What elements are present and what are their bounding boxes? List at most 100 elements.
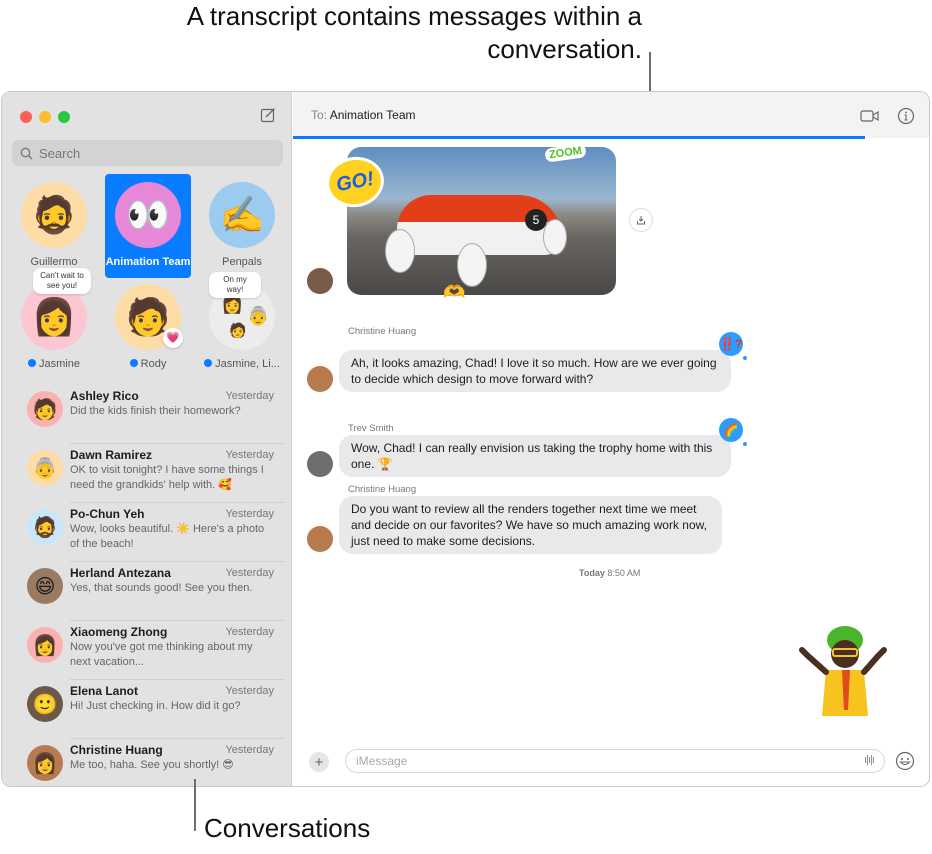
conversation-time: Yesterday (225, 390, 274, 402)
messages-window: Search 🧔 Guillermo 👀 Animation Team ✍️ P… (1, 91, 930, 787)
contact-name: Herland Antezana (70, 566, 171, 580)
contact-avatar: 👩 (27, 745, 63, 781)
conversation-time: Yesterday (225, 508, 274, 520)
contact-name: Elena Lanot (70, 684, 139, 698)
message-preview: Hi! Just checking in. How did it go? (70, 700, 241, 712)
recipient-name: Animation Team (329, 108, 416, 122)
car-number: 5 (525, 209, 547, 231)
apps-plus-button[interactable]: + (309, 752, 329, 772)
contact-name: Po-Chun Yeh (70, 507, 145, 521)
conversation-item[interactable]: 🧔 Po-Chun Yeh Yesterday Wow, looks beaut… (2, 503, 292, 562)
audio-waveform-icon[interactable]: ı|ı|ı (864, 754, 875, 766)
message-preview: Wow, looks beautiful. ☀️ Here's a photo … (70, 523, 265, 550)
composer: + iMessage ı|ı|ı (293, 736, 929, 786)
message-preview: Did the kids finish their homework? (70, 405, 241, 417)
conversation-time: Yesterday (225, 626, 274, 638)
conversation-item[interactable]: 👵 Dawn Ramirez Yesterday OK to visit ton… (2, 444, 292, 503)
conversation-item[interactable]: 🙂 Elena Lanot Yesterday Hi! Just checkin… (2, 680, 292, 739)
sender-name: Christine Huang (348, 326, 417, 337)
transcript-header: To: Animation Team (293, 92, 929, 139)
pin-label: Penpals (222, 256, 262, 268)
unread-dot (129, 359, 138, 367)
conversation-item[interactable]: 👩 Christine Huang Yesterday Me too, haha… (2, 739, 292, 786)
eyes-emoji-icon: 👀 (115, 182, 181, 248)
pin-label: Jasmine (39, 358, 80, 370)
sender-avatar (307, 451, 333, 477)
facetime-video-icon[interactable] (860, 107, 880, 125)
message-bubble[interactable]: Ah, it looks amazing, Chad! I love it so… (339, 350, 731, 392)
timestamp-day: Today (579, 568, 605, 578)
conversation-time: Yesterday (225, 567, 274, 579)
conversations-callout: Conversations (204, 813, 371, 843)
close-button[interactable] (20, 111, 32, 123)
pin-label: Rody (140, 358, 167, 370)
pinned-animation-team[interactable]: 👀 Animation Team (105, 174, 191, 278)
pin-label: Animation Team (105, 256, 191, 268)
conversation-item[interactable]: 🧑 Ashley Rico Yesterday Did the kids fin… (2, 385, 292, 444)
car-wheel (385, 229, 415, 273)
sender-avatar (307, 268, 333, 294)
contact-avatar: 👩 (27, 627, 63, 663)
download-icon (637, 216, 645, 225)
unread-dot (28, 359, 37, 367)
transcript: To: Animation Team 5 GO! ZOOM 🫶 Christin… (293, 92, 929, 786)
pinned-jasmine[interactable]: 👩 Jasmine Can't wait to see you! (11, 268, 97, 380)
sender-avatar (307, 526, 333, 552)
conversation-time: Yesterday (225, 744, 274, 756)
zoom-button[interactable] (58, 111, 70, 123)
send-progress-bar (293, 136, 866, 139)
conversation-item[interactable]: 😄 Herland Antezana Yesterday Yes, that s… (2, 562, 292, 621)
pinned-guillermo[interactable]: 🧔 Guillermo (11, 174, 97, 278)
emoji-picker-icon[interactable] (895, 751, 915, 771)
message-preview: Now you've got me thinking about my next… (70, 641, 253, 668)
search-field[interactable]: Search (12, 140, 283, 166)
contact-avatar: 🙂 (27, 686, 63, 722)
pinned-group-jasmine[interactable]: 👩 👵 🧑 Jasmine, Li... On my way! (199, 272, 285, 380)
car-wheel (543, 219, 567, 255)
conversations-callout-line (194, 779, 196, 831)
timestamp: Today 8:50 AM (579, 568, 640, 578)
heart-tapback-icon: 💗 (163, 328, 183, 348)
sidebar: Search 🧔 Guillermo 👀 Animation Team ✍️ P… (2, 92, 292, 786)
sender-avatar (307, 366, 333, 392)
to-label: To: (311, 108, 328, 122)
writing-hand-emoji-icon: ✍️ (209, 182, 275, 248)
pinned-penpals[interactable]: ✍️ Penpals (199, 174, 285, 278)
image-message[interactable]: 5 (347, 147, 616, 295)
pin-label: Guillermo (30, 256, 78, 268)
search-icon (20, 147, 33, 159)
compose-icon[interactable] (260, 107, 276, 123)
contact-name: Ashley Rico (70, 389, 139, 403)
conversation-time: Yesterday (225, 449, 274, 461)
contact-avatar: 👵 (27, 450, 63, 486)
message-bubble[interactable]: Wow, Chad! I can really envision us taki… (339, 435, 731, 477)
rainbow-tapback-icon[interactable]: 🌈 (719, 418, 747, 446)
contact-avatar: 🧑 (27, 391, 63, 427)
message-preview: Yes, that sounds good! See you then. (70, 582, 253, 594)
info-icon[interactable] (896, 107, 916, 125)
conversation-time: Yesterday (225, 685, 274, 697)
heart-hands-sticker: 🫶 (443, 282, 466, 302)
conversation-item[interactable]: 👩 Xiaomeng Zhong Yesterday Now you've go… (2, 621, 292, 680)
message-input-placeholder: iMessage (356, 754, 408, 768)
search-placeholder: Search (39, 145, 81, 161)
memoji-shrug-sticker (798, 620, 888, 716)
save-download-button[interactable] (629, 208, 653, 232)
sender-name: Christine Huang (348, 484, 417, 495)
contact-name: Christine Huang (70, 743, 163, 757)
minimize-button[interactable] (39, 111, 51, 123)
contact-name: Xiaomeng Zhong (70, 625, 168, 639)
timestamp-time: 8:50 AM (607, 568, 641, 578)
contact-avatar: 🧔 (27, 509, 63, 545)
recipient-field[interactable]: To: Animation Team (311, 108, 416, 122)
transcript-callout: A transcript contains messages within a … (186, 1, 642, 64)
exclamation-question-tapback-icon[interactable]: ‼️? (719, 332, 747, 360)
memoji-bearded-man-icon: 🧔 (21, 182, 87, 248)
car-wheel (457, 243, 487, 287)
message-bubble[interactable]: Do you want to review all the renders to… (339, 496, 722, 554)
window-controls (20, 111, 70, 123)
pin-label: Jasmine, Li... (215, 358, 280, 370)
sender-name: Trev Smith (348, 423, 394, 434)
message-input[interactable]: iMessage ı|ı|ı (345, 749, 885, 773)
pinned-rody[interactable]: 🧑 Rody 💗 (105, 276, 191, 380)
